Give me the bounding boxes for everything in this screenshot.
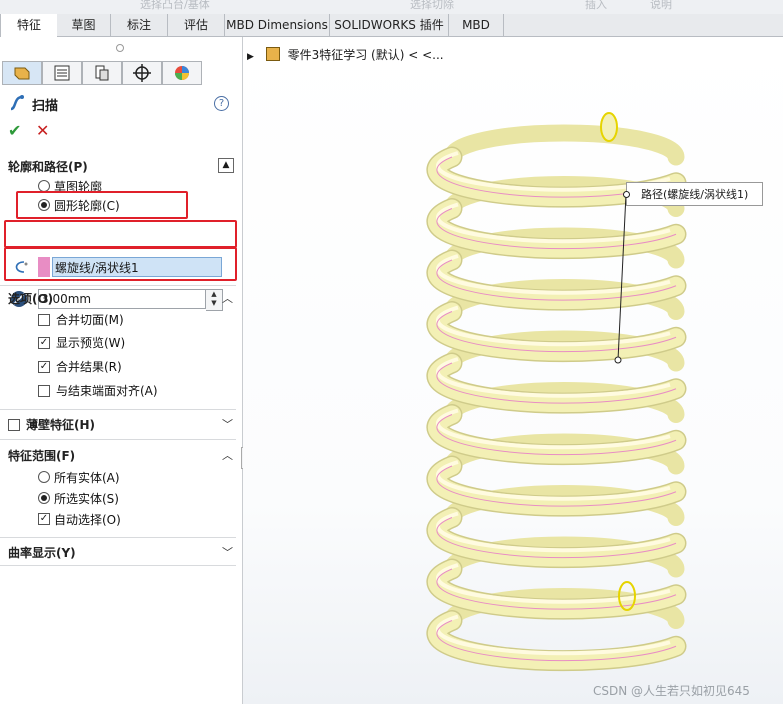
options-section-title[interactable]: 选项(O) xyxy=(8,290,53,307)
callout-label: 路径(螺旋线/涡状线1) xyxy=(641,188,749,201)
highlight-box xyxy=(16,191,188,219)
show-preview-checkbox[interactable]: ✓ xyxy=(38,337,50,349)
property-manager: 扫描 ? ✔ ✕ 轮廓和路径(P) ▲ 草图轮廓 圆形轮廓(C) 螺旋线/涡状线… xyxy=(0,37,243,704)
chevron-up-icon[interactable]: ︿ xyxy=(222,290,233,305)
chevron-up-icon[interactable]: ︿ xyxy=(222,447,233,462)
merge-tangent-faces-checkbox[interactable] xyxy=(38,314,50,326)
part-icon xyxy=(265,47,280,61)
selected-bodies-label: 所选实体(S) xyxy=(54,492,119,506)
toolbar-label: 说明 xyxy=(650,0,672,11)
toolbar-label: 选择凸台/基体 xyxy=(140,0,210,11)
expand-arrow-icon[interactable]: ▶ xyxy=(247,52,254,62)
command-manager-tabs: 特征 草图 标注 评估 MBD Dimensions SOLIDWORKS 插件… xyxy=(0,14,783,37)
callout-anchor xyxy=(614,356,622,364)
align-end-faces-checkbox[interactable] xyxy=(38,385,50,397)
tab-features[interactable]: 特征 xyxy=(0,14,58,37)
feature-scope-section-title[interactable]: 特征范围(F) xyxy=(8,447,75,464)
graphics-viewport[interactable] xyxy=(243,37,783,704)
merge-result-label: 合并结果(R) xyxy=(56,360,122,374)
section-divider xyxy=(0,565,236,566)
diameter-spinner[interactable]: ▲ ▼ xyxy=(206,289,223,311)
highlight-box xyxy=(4,220,237,248)
tab-mbd[interactable]: MBD xyxy=(449,14,504,36)
tab-annotation[interactable]: 标注 xyxy=(111,14,168,36)
selected-bodies-radio[interactable] xyxy=(38,492,50,504)
dimxpert-manager-tab[interactable] xyxy=(122,61,162,85)
tab-mbd-dimensions[interactable]: MBD Dimensions xyxy=(225,14,330,36)
manager-tabs xyxy=(2,61,202,85)
top-toolbar-strip: 选择凸台/基体 选择切除 插入 说明 xyxy=(0,0,783,14)
spring-start-profile xyxy=(600,112,618,142)
thin-feature-checkbox[interactable] xyxy=(8,419,20,431)
merge-result-checkbox[interactable]: ✓ xyxy=(38,361,50,373)
feature-manager-tab[interactable] xyxy=(2,61,42,85)
curvature-display-title[interactable]: 曲率显示(Y) xyxy=(8,544,76,561)
auto-select-checkbox[interactable]: ✓ xyxy=(38,513,50,525)
callout-dot xyxy=(623,191,630,198)
sweep-icon xyxy=(10,95,24,111)
align-end-faces-label: 与结束端面对齐(A) xyxy=(56,384,158,398)
show-preview-label: 显示预览(W) xyxy=(56,336,126,350)
profile-path-section-title[interactable]: 轮廓和路径(P) xyxy=(8,158,88,175)
toolbar-label: 选择切除 xyxy=(410,0,454,11)
tab-sketch[interactable]: 草图 xyxy=(57,14,111,36)
section-divider xyxy=(0,537,236,538)
section-divider xyxy=(0,285,236,286)
property-list-icon xyxy=(54,65,70,81)
all-bodies-radio[interactable] xyxy=(38,471,50,483)
tab-evaluate[interactable]: 评估 xyxy=(168,14,225,36)
path-callout[interactable]: 路径(螺旋线/涡状线1) xyxy=(626,182,763,206)
appearance-icon xyxy=(175,66,189,80)
part-label: 零件3特征学习 (默认) < <... xyxy=(287,48,444,62)
configuration-icon xyxy=(95,65,109,81)
highlight-box xyxy=(4,247,237,281)
thin-feature-title[interactable]: 薄壁特征(H) xyxy=(26,416,95,433)
chevron-down-icon[interactable]: ﹀ xyxy=(222,544,233,559)
tab-solidworks-addins[interactable]: SOLIDWORKS 插件 xyxy=(330,14,449,36)
toolbar-label: 插入 xyxy=(585,0,607,11)
crosshair-icon xyxy=(133,64,151,82)
all-bodies-label: 所有实体(A) xyxy=(54,471,120,485)
watermark: CSDN @人生若只如初见645 xyxy=(593,684,750,698)
section-divider xyxy=(0,439,236,440)
auto-select-label: 自动选择(O) xyxy=(54,513,121,527)
cancel-button[interactable]: ✕ xyxy=(36,121,49,140)
chevron-down-icon[interactable]: ﹀ xyxy=(222,416,233,431)
merge-tangent-faces-label: 合并切面(M) xyxy=(56,313,124,327)
spring-model xyxy=(243,37,783,704)
section-divider xyxy=(0,409,236,410)
help-icon[interactable]: ? xyxy=(214,96,229,111)
feature-title: 扫描 xyxy=(32,99,59,114)
panel-collapse-handle[interactable] xyxy=(116,44,124,52)
ok-button[interactable]: ✔ xyxy=(8,121,21,140)
feature-tree-root[interactable]: ▶ 零件3特征学习 (默认) < <... xyxy=(247,46,444,63)
section-collapse-icon[interactable]: ▲ xyxy=(218,158,234,173)
property-manager-tab[interactable] xyxy=(42,61,82,85)
display-manager-tab[interactable] xyxy=(162,61,202,85)
diameter-input[interactable]: 3.00mm xyxy=(38,289,206,309)
feature-tree-icon xyxy=(14,67,30,80)
configuration-manager-tab[interactable] xyxy=(82,61,122,85)
